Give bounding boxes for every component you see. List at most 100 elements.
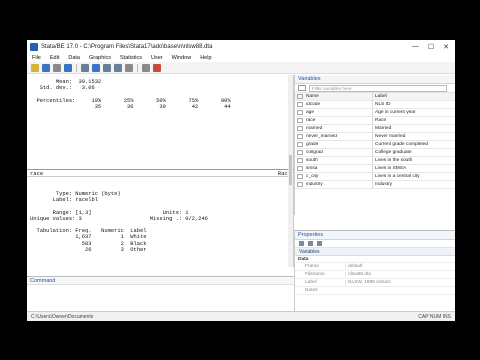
app-frame: Stata/BE 17.0 - C:\Program Files\Stata17… [27, 40, 455, 321]
variable-label: Never married [372, 132, 455, 141]
toolbar [27, 62, 455, 74]
property-key: Filename [305, 272, 325, 277]
viewer-icon[interactable] [81, 63, 89, 72]
data-browser-icon[interactable] [125, 63, 133, 72]
codebook-variable-header: race Race [27, 169, 294, 177]
variable-name: age [306, 110, 315, 115]
codebook-body-text: Type: Numeric (byte) Label: racelbl Rang… [30, 191, 208, 253]
close-button[interactable]: ✕ [443, 43, 449, 51]
menu-bar: File Edit Data Graphics Statistics User … [27, 53, 455, 62]
forward-icon[interactable] [317, 241, 322, 246]
stata-app-icon [30, 42, 38, 51]
variables-table-body: idcode NLS ID age Age in current year race Ra… [295, 100, 455, 189]
variables-header: Variables [295, 75, 455, 84]
variable-label: Lives in SMSA [372, 164, 455, 173]
variable-name: smsa [306, 166, 318, 171]
col-name-header[interactable]: Name [306, 94, 372, 99]
property-row[interactable]: Label NLSW, 1988 extract [295, 279, 455, 287]
window-title: Stata/BE 17.0 - C:\Program Files\Stata17… [41, 43, 213, 50]
properties-toolbar [295, 240, 455, 248]
filter-input[interactable]: Filter variables here [309, 84, 447, 92]
property-value: nlsw88.dta [345, 272, 455, 277]
variable-name: c_city [306, 174, 319, 179]
data-editor-icon[interactable] [114, 63, 122, 72]
variable-checkbox[interactable] [297, 126, 303, 131]
variable-name: collgrad [306, 150, 323, 155]
variable-checkbox[interactable] [297, 102, 303, 107]
minimize-button[interactable]: — [412, 43, 419, 51]
variable-checkbox[interactable] [297, 110, 303, 115]
save-icon[interactable] [42, 63, 50, 72]
property-row[interactable]: Notes [295, 287, 455, 295]
property-value: NLSW, 1988 extract [345, 280, 455, 285]
log-icon[interactable] [64, 63, 72, 72]
variable-label: Married [372, 124, 455, 133]
results-scrollbar[interactable] [288, 75, 293, 267]
filter-icon[interactable] [298, 85, 306, 91]
properties-header: Properties [295, 231, 455, 240]
variable-name: race [306, 118, 316, 123]
property-key: Notes [305, 288, 318, 293]
break-icon[interactable] [153, 63, 161, 72]
results-pane: Mean: 39.1532 Std. dev.: 3.06 Percentile… [27, 75, 294, 267]
menu-user[interactable]: User [151, 55, 163, 61]
codebook-varname: race [30, 169, 44, 177]
open-icon[interactable] [31, 63, 39, 72]
working-directory: C:\Users\Owner\Documents [31, 313, 94, 320]
col-label-header[interactable]: Label [372, 92, 455, 101]
toolbar-divider [137, 63, 138, 72]
maximize-button[interactable]: ☐ [428, 43, 434, 51]
select-all-checkbox[interactable] [297, 94, 303, 99]
variable-name: south [306, 158, 318, 163]
variable-label: Lives in a central city [372, 172, 455, 181]
lock-icon[interactable] [299, 241, 304, 246]
menu-file[interactable]: File [32, 55, 41, 61]
properties-rows: Frame default Filename nlsw88.dta Label NLSW,… [295, 263, 455, 295]
menu-window[interactable]: Window [172, 55, 192, 61]
variable-label: Industry [372, 180, 455, 189]
variable-name: grade [306, 142, 319, 147]
variables-manager-icon[interactable] [142, 63, 150, 72]
properties-section[interactable]: Variables [295, 248, 455, 256]
variable-name: idcode [306, 102, 321, 107]
variable-checkbox[interactable] [297, 158, 303, 163]
status-indicators: CAP NUM INS [418, 313, 451, 320]
property-key: Label [305, 280, 317, 285]
property-row[interactable]: Frame default [295, 263, 455, 271]
variable-checkbox[interactable] [297, 118, 303, 123]
title-bar: Stata/BE 17.0 - C:\Program Files\Stata17… [27, 40, 455, 53]
dofile-editor-icon[interactable] [103, 63, 111, 72]
variable-checkbox[interactable] [297, 142, 303, 147]
variable-label: Lives in the south [372, 156, 455, 165]
property-value: default [345, 264, 455, 269]
variable-checkbox[interactable] [297, 134, 303, 139]
command-title: Command [30, 277, 56, 284]
variables-pane: Variables Filter variables here Name Lab… [294, 75, 455, 215]
variable-row[interactable]: industry Industry [295, 180, 455, 189]
properties-pane: Properties Variables Data Frame default Fi… [294, 230, 455, 311]
variable-checkbox[interactable] [297, 182, 303, 187]
variable-label: College graduate [372, 148, 455, 157]
summary-stats-text: Mean: 39.1532 Std. dev.: 3.06 Percentile… [36, 79, 231, 110]
property-key: Frame [305, 264, 319, 269]
menu-help[interactable]: Help [200, 55, 211, 61]
properties-subsection[interactable]: Data [295, 256, 455, 263]
variable-label: NLS ID [372, 100, 455, 109]
menu-graphics[interactable]: Graphics [89, 55, 111, 61]
results-scroll-thumb[interactable] [289, 155, 292, 185]
print-icon[interactable] [53, 63, 61, 72]
command-pane-header: Command [27, 276, 294, 285]
menu-data[interactable]: Data [68, 55, 80, 61]
variable-label: Current grade completed [372, 140, 455, 149]
variable-checkbox[interactable] [297, 166, 303, 171]
menu-edit[interactable]: Edit [50, 55, 59, 61]
variable-checkbox[interactable] [297, 174, 303, 179]
variable-checkbox[interactable] [297, 150, 303, 155]
variable-name: industry [306, 182, 323, 187]
menu-statistics[interactable]: Statistics [120, 55, 142, 61]
back-icon[interactable] [308, 241, 313, 246]
variable-label: Age in current year [372, 108, 455, 117]
variable-name: never_married [306, 134, 337, 139]
graph-icon[interactable] [92, 63, 100, 72]
property-row[interactable]: Filename nlsw88.dta [295, 271, 455, 279]
